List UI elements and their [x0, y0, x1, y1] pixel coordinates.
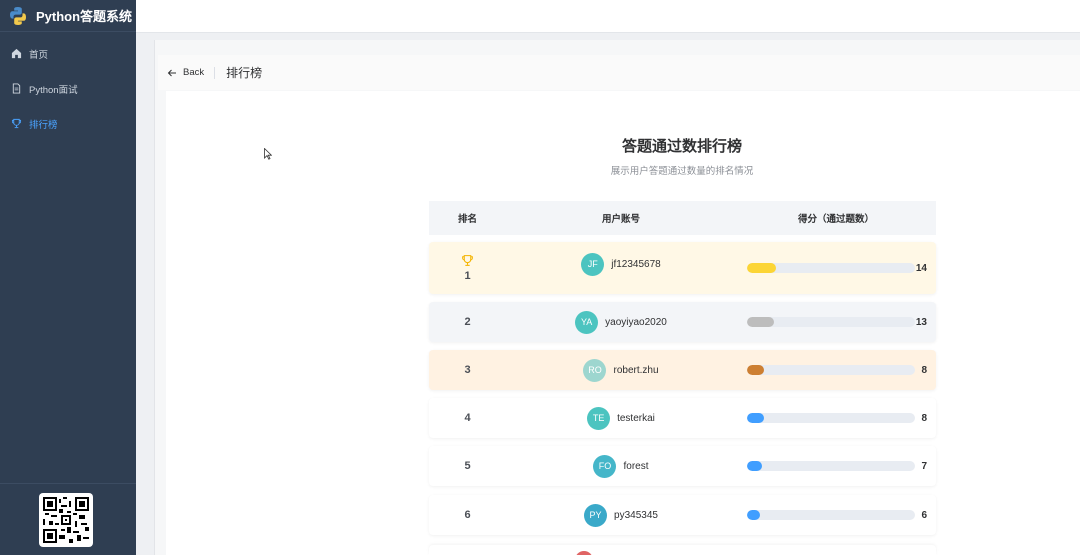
avatar [575, 551, 593, 555]
score-value: 6 [921, 509, 927, 521]
page-header: Back 排行榜 [158, 55, 1080, 90]
page-title: 排行榜 [226, 66, 263, 80]
score-cell: 13 [736, 317, 936, 328]
user-cell: JF jf12345678 [506, 252, 736, 276]
qr-code-icon [39, 493, 93, 547]
back-button[interactable]: Back [167, 67, 204, 78]
score-bar-fill [747, 263, 776, 273]
user-cell: RO robert.zhu [506, 358, 736, 382]
avatar: PY [584, 503, 608, 527]
app-title: Python答题系统 [36, 9, 133, 24]
score-bar-fill [747, 413, 764, 423]
sidebar-item-label: 排行榜 [29, 119, 58, 131]
user-cell: YA yaoyiyao2020 [506, 310, 736, 334]
sidebar-item-home[interactable]: 首页 [0, 36, 136, 71]
username: jf12345678 [611, 258, 661, 270]
leaderboard-table: 排名 用户账号 得分（通过题数） 1 JF jf12345678 14 2 YA… [429, 201, 936, 535]
score-cell: 14 [736, 263, 936, 274]
score-value: 13 [915, 316, 927, 328]
score-value: 7 [921, 460, 927, 472]
score-bar [747, 317, 915, 327]
table-row: 3 RO robert.zhu 8 [429, 350, 936, 390]
table-row: 6 PY py345345 6 [429, 495, 936, 535]
top-header [136, 0, 1080, 33]
rank-cell: 3 [464, 364, 471, 376]
user-cell: TE testerkai [506, 406, 736, 430]
score-cell: 6 [736, 510, 936, 521]
score-bar [747, 413, 915, 423]
username: forest [623, 460, 649, 472]
username: py345345 [614, 509, 658, 521]
score-bar-fill [747, 317, 774, 327]
rank-cell: 4 [464, 412, 471, 424]
leaderboard-title: 答题通过数排行榜 [621, 138, 742, 155]
avatar: RO [583, 358, 607, 382]
mouse-cursor-icon [264, 148, 272, 160]
table-row-partial [429, 545, 936, 555]
sidebar-nav: 首页 Python面试 排行榜 [0, 36, 136, 141]
avatar: YA [575, 310, 599, 334]
rank-cell: 2 [464, 316, 471, 328]
score-bar [747, 365, 915, 375]
back-label: Back [183, 67, 205, 78]
username: yaoyiyao2020 [605, 316, 667, 328]
score-value: 8 [921, 364, 927, 376]
username: robert.zhu [613, 364, 659, 376]
user-cell: PY py345345 [506, 503, 736, 527]
sidebar-item-label: Python面试 [29, 84, 78, 96]
table-row: 5 FO forest 7 [429, 446, 936, 486]
python-logo-icon [8, 6, 28, 26]
divider [214, 66, 216, 79]
arrow-left-icon [167, 68, 177, 78]
leaderboard-card: 答题通过数排行榜 展示用户答题通过数量的排名情况 排名 用户账号 得分（通过题数… [166, 91, 1080, 555]
column-header-rank: 排名 [457, 214, 477, 225]
sidebar-item-leaderboard[interactable]: 排行榜 [0, 106, 136, 141]
rank-cell: 5 [464, 460, 471, 472]
table-row: 1 JF jf12345678 14 [429, 242, 936, 294]
score-bar [747, 263, 915, 273]
score-bar [747, 510, 915, 520]
rank-cell: 1 [429, 254, 506, 282]
score-cell: 8 [736, 365, 936, 376]
score-bar [747, 461, 915, 471]
score-value: 8 [921, 412, 927, 424]
sidebar-item-label: 首页 [29, 49, 49, 61]
table-row: 2 YA yaoyiyao2020 13 [429, 302, 936, 342]
score-cell: 8 [736, 413, 936, 424]
user-cell: FO forest [506, 454, 736, 478]
score-bar-fill [747, 365, 764, 375]
home-icon [11, 48, 22, 59]
rank-cell: 6 [464, 509, 471, 521]
avatar: TE [587, 406, 611, 430]
column-header-score: 得分（通过题数） [797, 214, 874, 225]
brand: Python答题系统 [0, 0, 136, 32]
score-value: 14 [915, 262, 927, 274]
trophy-icon [11, 118, 22, 129]
sidebar: Python答题系统 首页 Python面试 排行榜 [0, 0, 136, 555]
sidebar-footer [0, 483, 136, 555]
avatar: JF [581, 252, 605, 276]
sidebar-item-python-interview[interactable]: Python面试 [0, 71, 136, 106]
table-row: 4 TE testerkai 8 [429, 398, 936, 438]
table-header: 排名 用户账号 得分（通过题数） [429, 201, 936, 235]
username: testerkai [617, 412, 655, 424]
score-bar-fill [747, 461, 763, 471]
column-header-user: 用户账号 [601, 214, 640, 225]
trophy-icon [461, 254, 474, 267]
document-icon [11, 83, 22, 94]
score-cell: 7 [736, 461, 936, 472]
leaderboard-subtitle: 展示用户答题通过数量的排名情况 [610, 166, 754, 177]
score-bar-fill [747, 510, 761, 520]
avatar: FO [593, 454, 617, 478]
rank-number: 1 [464, 270, 471, 282]
